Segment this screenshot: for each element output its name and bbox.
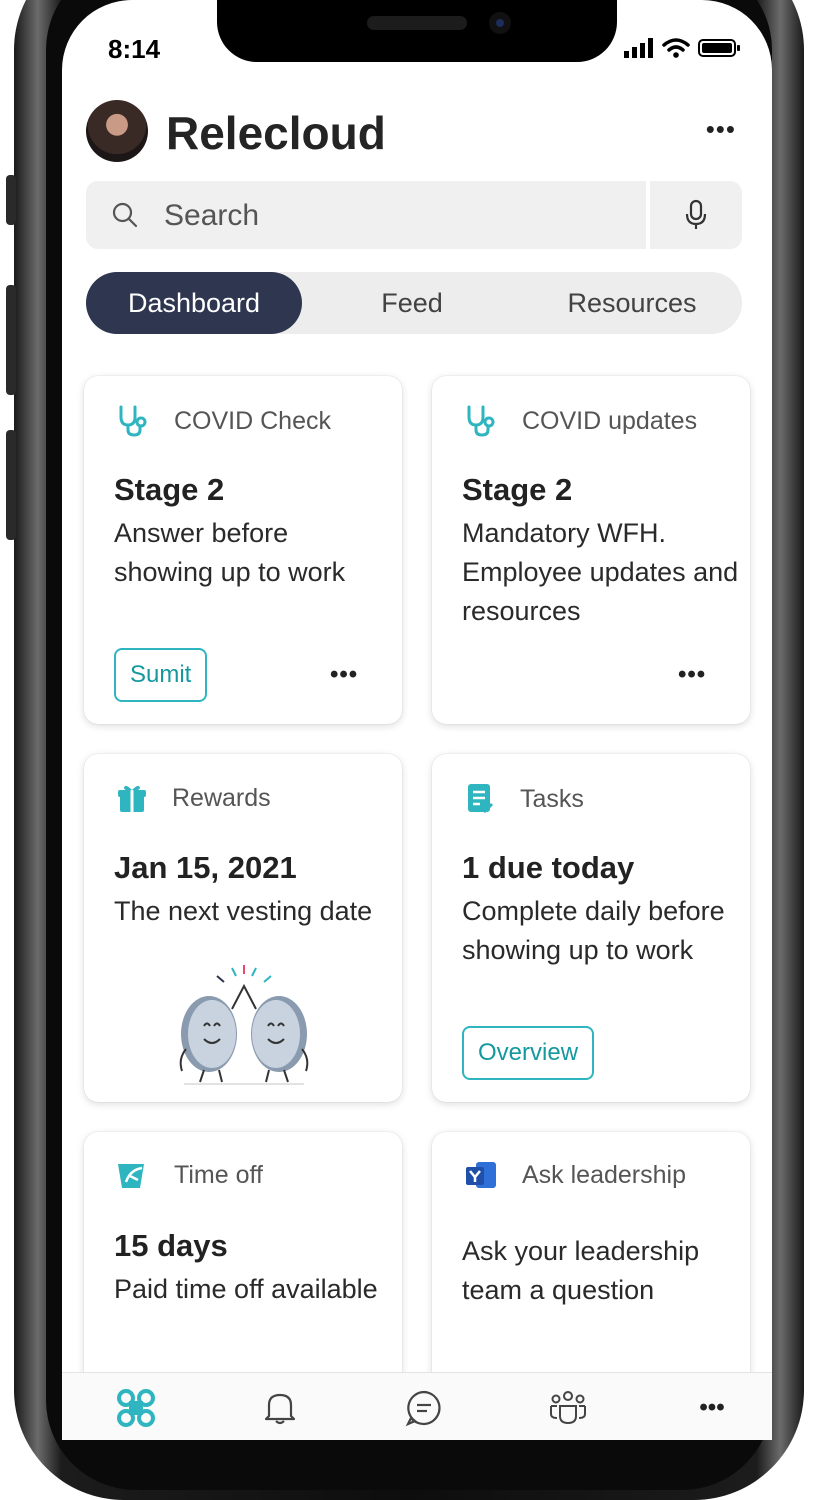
nav-more-button[interactable]: ••• (682, 1381, 742, 1435)
yammer-icon (466, 1162, 496, 1188)
card-body: The next vesting date (114, 896, 373, 926)
people-icon (550, 1391, 586, 1425)
more-options-button[interactable]: ••• (330, 661, 358, 689)
card-title: Jan 15, 2021 (114, 850, 297, 885)
nav-teams[interactable] (538, 1381, 598, 1435)
chat-icon (405, 1390, 441, 1427)
search-input[interactable]: Search (86, 181, 646, 249)
phone-side-button (6, 430, 16, 540)
wifi-icon (662, 38, 690, 58)
card-label: Tasks (520, 784, 584, 813)
gift-icon (118, 785, 146, 812)
bell-icon (264, 1393, 296, 1425)
app-title: Relecloud (166, 107, 386, 159)
card-label: Time off (174, 1160, 263, 1189)
tasks-card[interactable]: Tasks 1 due today Complete daily before … (432, 754, 750, 1102)
search-icon (112, 202, 138, 228)
card-body: Complete daily before showing up to work (462, 896, 725, 965)
coins-high-five-illustration (179, 965, 309, 1085)
card-body: Mandatory WFH. Employee updates and reso… (462, 518, 739, 626)
phone-side-button (6, 285, 16, 395)
search-placeholder: Search (164, 199, 260, 232)
card-title: Stage 2 (462, 472, 573, 507)
card-title: Stage 2 (114, 472, 225, 507)
card-title: 15 days (114, 1228, 228, 1263)
tasks-icon (468, 784, 494, 814)
card-body: Ask your leadership team a question (462, 1236, 700, 1305)
stethoscope-icon (119, 405, 147, 437)
card-label: COVID Check (174, 406, 331, 435)
tab-bar: Dashboard Feed Resources (86, 272, 742, 334)
submit-button[interactable]: Sumit (114, 648, 208, 702)
notch (217, 0, 617, 62)
status-icons (624, 38, 742, 58)
nav-activity[interactable] (250, 1381, 310, 1435)
camera (489, 12, 511, 34)
card-body: Answer before showing up to work (114, 518, 346, 587)
status-time: 8:14 (108, 34, 161, 64)
bottom-navigation: ••• (62, 1372, 772, 1440)
card-label: Rewards (172, 783, 271, 812)
phone-screen: 8:14 Relecloud ••• Search Dashboard Feed… (62, 0, 772, 1440)
signal-icon (624, 38, 653, 58)
phone-side-button (6, 175, 16, 225)
card-title: 1 due today (462, 850, 635, 885)
covid-updates-card[interactable]: COVID updates Stage 2 Mandatory WFH. Emp… (432, 376, 750, 724)
nav-apps[interactable] (106, 1381, 166, 1435)
card-label: Ask leadership (522, 1160, 686, 1189)
avatar[interactable] (86, 100, 148, 162)
stethoscope-icon (467, 405, 495, 437)
rewards-card[interactable]: Rewards Jan 15, 2021 The next vesting da… (84, 754, 402, 1102)
more-options-button[interactable]: ••• (678, 661, 706, 689)
overview-button[interactable]: Overview (462, 1026, 595, 1080)
more-options-button[interactable]: ••• (706, 114, 736, 145)
nav-chat[interactable] (394, 1381, 454, 1435)
apps-icon (117, 1389, 155, 1427)
card-body: Paid time off available (114, 1274, 378, 1304)
tab-resources[interactable]: Resources (522, 272, 742, 334)
vacation-icon (118, 1164, 144, 1188)
battery-icon (698, 39, 740, 57)
microphone-button[interactable] (650, 181, 742, 249)
speaker (367, 16, 467, 30)
tab-feed[interactable]: Feed (306, 272, 518, 334)
covid-check-card[interactable]: COVID Check Stage 2 Answer before showin… (84, 376, 402, 724)
tab-dashboard[interactable]: Dashboard (86, 272, 302, 334)
card-label: COVID updates (522, 406, 698, 435)
microphone-icon (685, 199, 707, 229)
